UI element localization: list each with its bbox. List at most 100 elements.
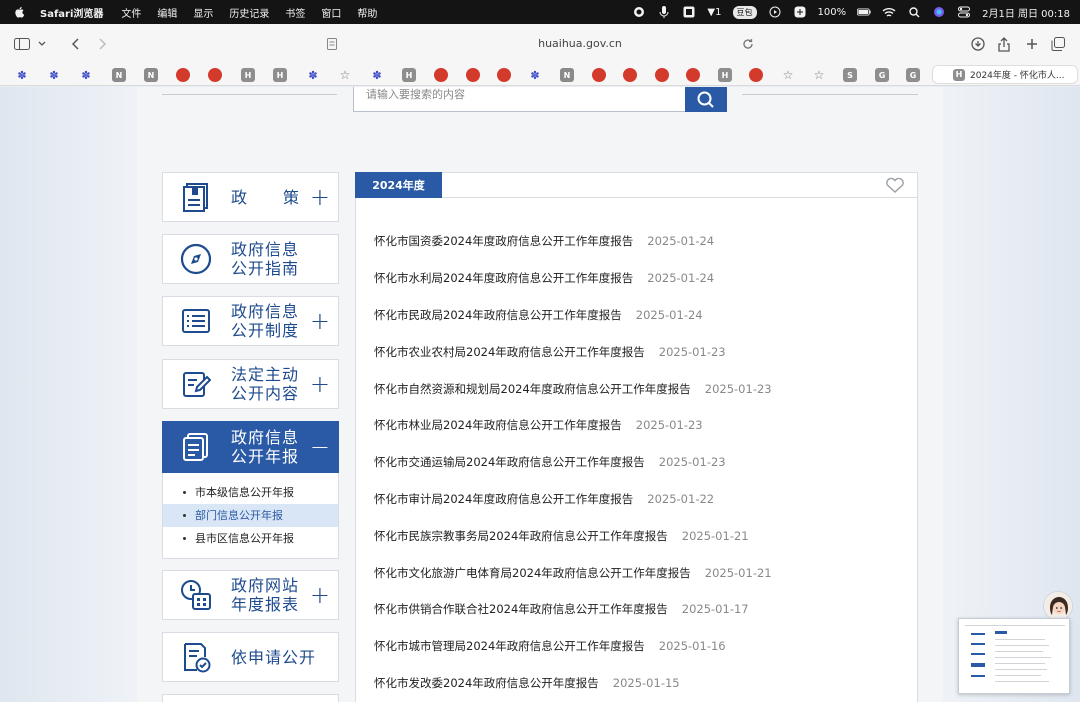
collapse-minus-icon[interactable]: − — [310, 435, 330, 459]
favicon-h-icon[interactable]: H — [402, 68, 416, 82]
reload-icon[interactable] — [738, 34, 758, 54]
heart-favorite-icon[interactable] — [885, 177, 905, 193]
share-icon[interactable] — [994, 34, 1014, 54]
assistant-avatar[interactable] — [1043, 591, 1073, 621]
tab-overview-icon[interactable] — [1048, 34, 1068, 54]
report-title-link[interactable]: 怀化市国资委2024年度政府信息公开工作年度报告 — [374, 233, 633, 249]
reader-page-icon[interactable] — [322, 34, 342, 54]
favicon-g-icon[interactable]: G — [906, 68, 920, 82]
government-emblem-icon[interactable] — [749, 68, 763, 82]
battery-icon[interactable] — [857, 5, 871, 19]
star-icon[interactable]: ☆ — [338, 68, 352, 82]
report-title-link[interactable]: 怀化市交通运输局2024年政府信息公开工作年度报告 — [374, 454, 645, 470]
baidu-paw-icon[interactable]: ✽ — [15, 68, 29, 82]
record-icon[interactable] — [632, 5, 646, 19]
government-emblem-icon[interactable] — [497, 68, 511, 82]
submenu-item-department[interactable]: 部门信息公开年报 — [163, 504, 338, 527]
menu-view[interactable]: 显示 — [193, 5, 213, 20]
forward-arrow-icon[interactable] — [92, 34, 112, 54]
favicon-n-icon[interactable]: N — [144, 68, 158, 82]
favicon-n-icon[interactable]: N — [560, 68, 574, 82]
government-emblem-icon[interactable] — [434, 68, 448, 82]
sidebar-item-statutory-content[interactable]: 法定主动 公开内容 + — [162, 359, 339, 409]
favicon-h-icon[interactable]: H — [273, 68, 287, 82]
app-status-icon[interactable] — [793, 5, 807, 19]
menu-bookmarks[interactable]: 书签 — [285, 5, 305, 20]
menubar-clock[interactable]: 2月1日 周日 00:18 — [982, 5, 1070, 20]
government-emblem-icon[interactable] — [208, 68, 222, 82]
menu-history[interactable]: 历史记录 — [229, 5, 269, 20]
submenu-item-city-level[interactable]: 市本级信息公开年报 — [163, 481, 338, 504]
sidebar-item-label: 依申请公开 — [231, 647, 317, 667]
input-method-icon[interactable] — [682, 5, 696, 19]
favicon-h-icon[interactable]: H — [241, 68, 255, 82]
sidebar-item-website-report[interactable]: 政府网站 年度报表 + — [162, 570, 339, 620]
spotlight-search-icon[interactable] — [907, 5, 921, 19]
government-emblem-icon[interactable] — [466, 68, 480, 82]
sidebar-item-policy[interactable]: 政策 + — [162, 172, 339, 222]
baidu-paw-icon[interactable]: ✽ — [306, 68, 320, 82]
new-tab-plus-icon[interactable] — [1022, 34, 1042, 54]
report-title-link[interactable]: 怀化市民政局2024年政府信息公开工作年度报告 — [374, 307, 622, 323]
active-tab[interactable]: H 2024年度 - 怀化市人... — [932, 65, 1078, 84]
notification-indicator[interactable]: ▼1 — [707, 7, 721, 18]
baidu-paw-icon[interactable]: ✽ — [47, 68, 61, 82]
baidu-paw-icon[interactable]: ✽ — [79, 68, 93, 82]
doubao-badge[interactable]: 豆包 — [732, 5, 757, 19]
report-title-link[interactable]: 怀化市文化旅游广电体育局2024年政府信息公开工作年度报告 — [374, 565, 691, 581]
sidebar-item-partial[interactable] — [162, 694, 339, 702]
wifi-icon[interactable] — [882, 5, 896, 19]
chevron-down-icon[interactable] — [32, 34, 52, 54]
report-title-link[interactable]: 怀化市城市管理局2024年政府信息公开工作年度报告 — [374, 638, 645, 654]
government-emblem-icon[interactable] — [592, 68, 606, 82]
apple-logo-icon[interactable] — [14, 6, 26, 18]
baidu-paw-icon[interactable]: ✽ — [528, 68, 542, 82]
expand-plus-icon[interactable]: + — [310, 309, 330, 333]
microphone-icon[interactable] — [657, 5, 671, 19]
back-arrow-icon[interactable] — [66, 34, 86, 54]
report-date: 2025-01-23 — [704, 381, 772, 396]
favicon-n-icon[interactable]: N — [112, 68, 126, 82]
report-title-link[interactable]: 怀化市自然资源和规划局2024年度政府信息公开工作年度报告 — [374, 381, 691, 397]
expand-plus-icon[interactable]: + — [310, 185, 330, 209]
submenu-item-county[interactable]: 县市区信息公开年报 — [163, 527, 338, 550]
star-icon[interactable]: ☆ — [812, 68, 826, 82]
download-icon[interactable] — [968, 34, 988, 54]
sidebar-item-system[interactable]: 政府信息 公开制度 + — [162, 296, 339, 346]
report-title-link[interactable]: 怀化市供销合作联合社2024年政府信息公开工作年度报告 — [374, 601, 668, 617]
screenshot-thumbnail-preview[interactable] — [958, 618, 1070, 694]
search-button[interactable] — [685, 87, 727, 112]
tab-2024[interactable]: 2024年度 — [355, 172, 442, 198]
address-bar[interactable]: huaihua.gov.cn — [400, 34, 760, 54]
report-title-link[interactable]: 怀化市林业局2024年政府信息公开工作年度报告 — [374, 417, 622, 433]
favicon-g-icon[interactable]: G — [875, 68, 889, 82]
expand-plus-icon[interactable]: + — [310, 372, 330, 396]
menu-file[interactable]: 文件 — [121, 5, 141, 20]
government-emblem-icon[interactable] — [686, 68, 700, 82]
report-title-link[interactable]: 怀化市民族宗教事务局2024年政府信息公开工作年度报告 — [374, 528, 668, 544]
play-circle-icon[interactable] — [768, 5, 782, 19]
government-emblem-icon[interactable] — [623, 68, 637, 82]
control-center-icon[interactable] — [957, 5, 971, 19]
government-emblem-icon[interactable] — [176, 68, 190, 82]
report-title-link[interactable]: 怀化市农业农村局2024年政府信息公开工作年度报告 — [374, 344, 645, 360]
sidebar-item-annual-report[interactable]: 政府信息 公开年报 − — [162, 421, 339, 473]
sidebar-toggle-icon[interactable] — [12, 34, 32, 54]
menu-help[interactable]: 帮助 — [357, 5, 377, 20]
menu-window[interactable]: 窗口 — [321, 5, 341, 20]
sidebar-item-guide[interactable]: 政府信息 公开指南 — [162, 234, 339, 284]
sidebar-item-apply-disclosure[interactable]: 依申请公开 — [162, 632, 339, 682]
favicon-s-icon[interactable]: S — [843, 68, 857, 82]
baidu-paw-icon[interactable]: ✽ — [370, 68, 384, 82]
app-menu-safari[interactable]: Safari浏览器 — [40, 5, 103, 20]
report-title-link[interactable]: 怀化市审计局2024年度政府信息公开工作年度报告 — [374, 491, 633, 507]
favicon-h-icon[interactable]: H — [718, 68, 732, 82]
government-emblem-icon[interactable] — [655, 68, 669, 82]
siri-icon[interactable] — [932, 5, 946, 19]
menu-edit[interactable]: 编辑 — [157, 5, 177, 20]
expand-plus-icon[interactable]: + — [310, 583, 330, 607]
report-title-link[interactable]: 怀化市发改委2024年政府信息公开年度报告 — [374, 675, 599, 691]
report-title-link[interactable]: 怀化市水利局2024年度政府信息公开工作年度报告 — [374, 270, 633, 286]
star-icon[interactable]: ☆ — [781, 68, 795, 82]
search-input[interactable]: 请输入要搜索的内容 — [353, 87, 686, 112]
